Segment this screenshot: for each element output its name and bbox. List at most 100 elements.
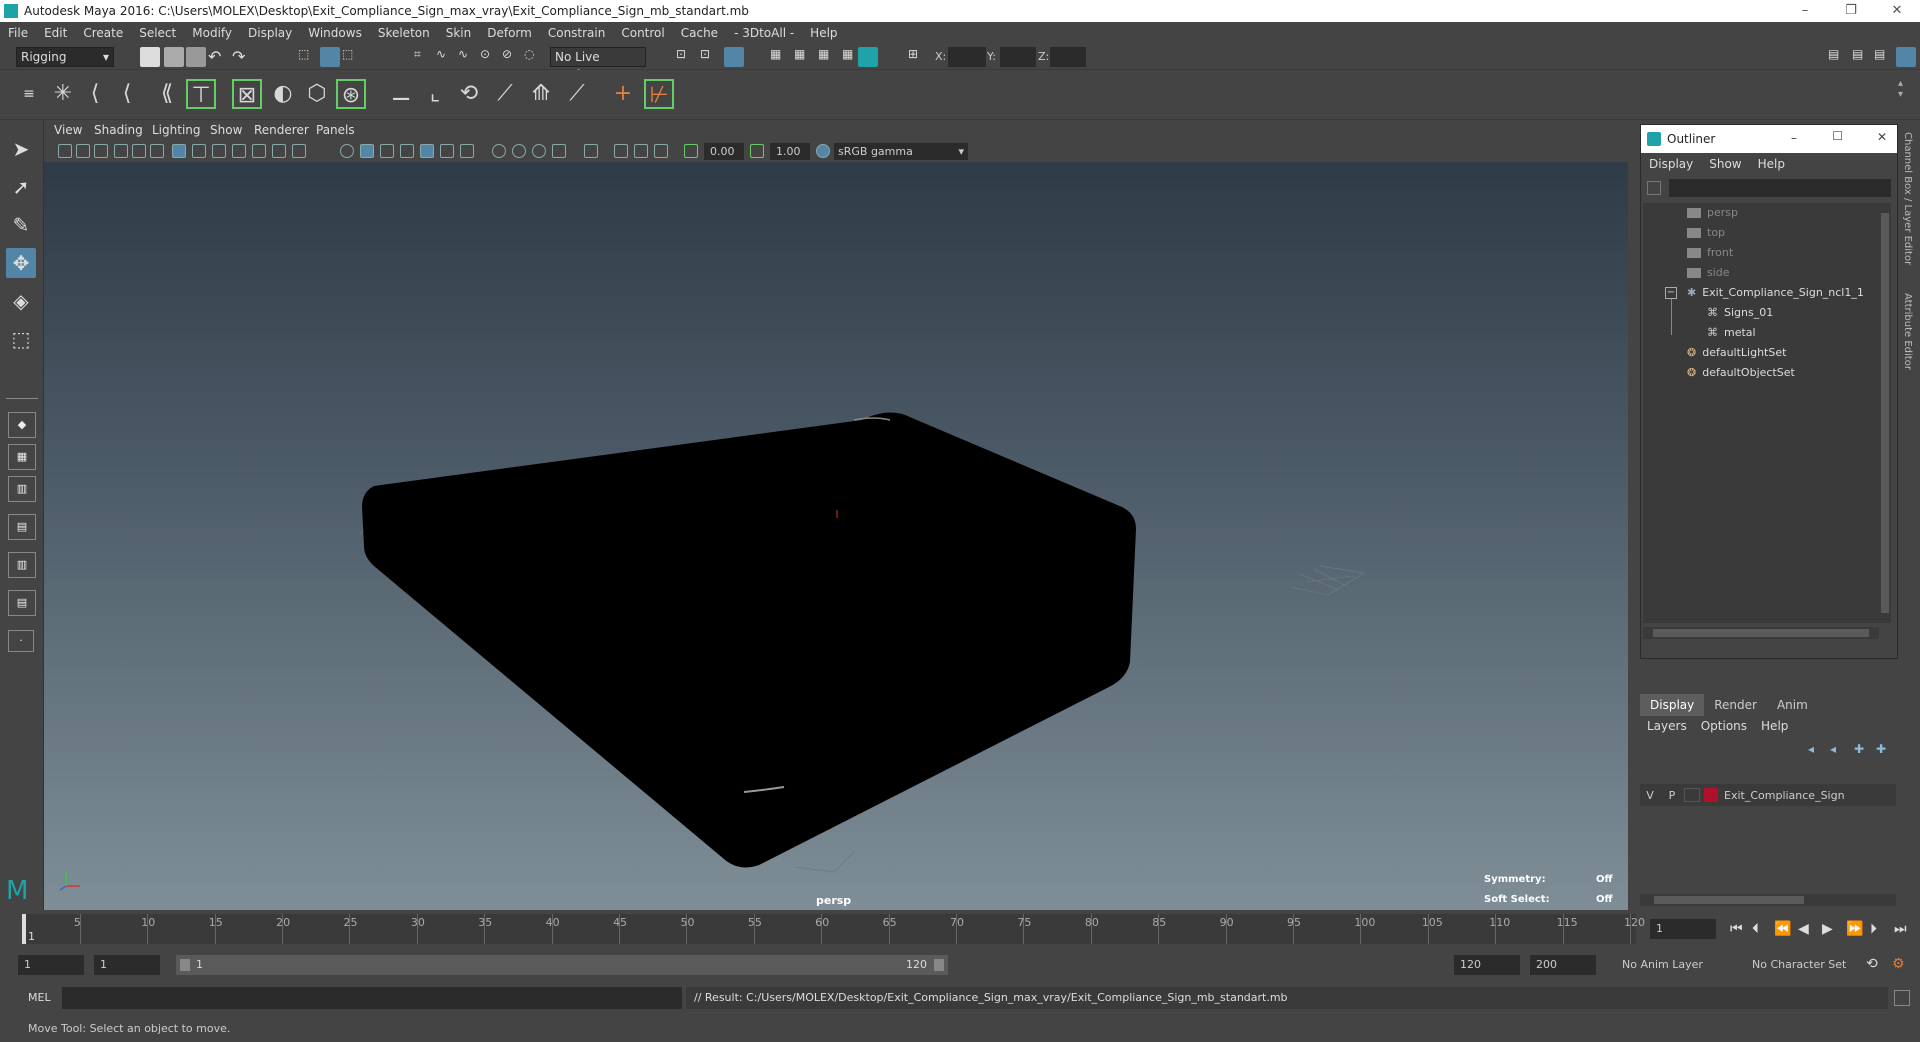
snap-view-icon[interactable]: ⊙ bbox=[480, 47, 500, 67]
screen-space-ao-icon[interactable] bbox=[492, 144, 506, 158]
snap-surface-icon[interactable]: ⊘ bbox=[502, 47, 522, 67]
outliner-item-persp[interactable]: persp bbox=[1687, 203, 1738, 223]
select-camera-icon[interactable] bbox=[58, 144, 72, 158]
outliner-vertical-scrollbar[interactable] bbox=[1879, 203, 1891, 623]
redo-icon[interactable]: ↷ bbox=[232, 47, 252, 67]
channel-box-tab[interactable]: Channel Box / Layer Editor bbox=[1902, 128, 1913, 269]
bookmark-icon[interactable] bbox=[94, 144, 108, 158]
persp-graph-layout-icon[interactable]: ▥ bbox=[8, 552, 36, 578]
image-plane-icon[interactable] bbox=[114, 144, 128, 158]
isolate-select-icon[interactable] bbox=[584, 144, 598, 158]
outliner-search-input[interactable] bbox=[1669, 179, 1891, 197]
layer-menu-help[interactable]: Help bbox=[1754, 719, 1795, 733]
menu-edit[interactable]: Edit bbox=[36, 26, 75, 40]
layer-row[interactable]: V P Exit_Compliance_Sign bbox=[1640, 784, 1896, 806]
safe-title-icon[interactable] bbox=[292, 144, 306, 158]
outliner-item-exit-compliance-sign[interactable]: ✱ Exit_Compliance_Sign_ncl1_1 bbox=[1687, 283, 1864, 303]
field-chart-icon[interactable] bbox=[252, 144, 266, 158]
orient-constraint-icon[interactable]: ⟋ bbox=[490, 79, 520, 109]
tab-anim[interactable]: Anim bbox=[1767, 694, 1818, 716]
step-back-icon[interactable]: ⏴ bbox=[1752, 921, 1759, 937]
auto-key-icon[interactable]: ⟲ bbox=[1866, 956, 1878, 972]
outliner-item-metal[interactable]: ⌘ metal bbox=[1707, 323, 1756, 343]
wireframe-icon[interactable] bbox=[340, 144, 354, 158]
bind-skin-icon[interactable]: ⚊ bbox=[386, 79, 416, 109]
step-forward-key-icon[interactable]: ⏩ bbox=[1846, 921, 1863, 937]
depth-of-field-icon[interactable] bbox=[552, 144, 566, 158]
channel-box-toggle-icon[interactable]: ▤ bbox=[1852, 47, 1872, 67]
play-backward-icon[interactable]: ◀ bbox=[1798, 921, 1809, 937]
smooth-shade-icon[interactable] bbox=[360, 144, 374, 158]
attribute-editor-tab[interactable]: Attribute Editor bbox=[1902, 289, 1913, 374]
layer-menu-layers[interactable]: Layers bbox=[1640, 719, 1694, 733]
xray-icon[interactable] bbox=[614, 144, 628, 158]
transform-mode-icon[interactable]: ⊞ bbox=[908, 47, 928, 67]
outliner-maximize-button[interactable]: ☐ bbox=[1832, 129, 1843, 143]
range-start-handle[interactable] bbox=[180, 959, 190, 971]
exposure-field[interactable]: 0.00 bbox=[704, 143, 744, 160]
shelf-scroll-icon[interactable]: ▴ ▾ bbox=[1898, 78, 1903, 100]
playback-end-field[interactable]: 120 bbox=[1454, 955, 1520, 975]
step-forward-icon[interactable]: ⏵ bbox=[1870, 921, 1877, 937]
parent-constraint-icon[interactable]: ⌞ bbox=[420, 79, 450, 109]
viewport-menu-renderer[interactable]: Renderer bbox=[254, 123, 309, 137]
x-field[interactable] bbox=[948, 47, 986, 67]
shelf-menu-icon[interactable]: ≡ bbox=[14, 79, 44, 109]
xray-active-icon[interactable] bbox=[654, 144, 668, 158]
2d-pan-zoom-icon[interactable] bbox=[132, 144, 146, 158]
menu-constrain[interactable]: Constrain bbox=[540, 26, 614, 40]
grid-toggle-icon[interactable] bbox=[172, 144, 186, 158]
live-surface-field[interactable]: No Live Surface bbox=[550, 47, 646, 82]
character-set-dropdown[interactable]: No Character Set bbox=[1752, 955, 1862, 975]
exposure-icon[interactable] bbox=[684, 144, 698, 158]
y-field[interactable] bbox=[1000, 47, 1036, 67]
xray-joints-icon[interactable] bbox=[634, 144, 648, 158]
lattice-icon[interactable]: ◐ bbox=[268, 79, 298, 109]
cluster-icon[interactable]: ⊠ bbox=[232, 79, 262, 109]
gamma-field[interactable]: 1.00 bbox=[770, 143, 810, 160]
persp-outliner-layout-icon[interactable]: ▤ bbox=[8, 514, 36, 540]
new-layer-selected-icon[interactable]: ✚ bbox=[1876, 742, 1886, 756]
outliner-menu-show[interactable]: Show bbox=[1701, 157, 1749, 171]
menu-cache[interactable]: Cache bbox=[673, 26, 726, 40]
layer-playback-toggle[interactable]: P bbox=[1660, 789, 1684, 802]
motion-blur-icon[interactable] bbox=[512, 144, 526, 158]
menu-windows[interactable]: Windows bbox=[300, 26, 370, 40]
render-settings-icon[interactable]: ▦ bbox=[770, 47, 790, 67]
menu-deform[interactable]: Deform bbox=[479, 26, 540, 40]
menu-control[interactable]: Control bbox=[613, 26, 672, 40]
safe-action-icon[interactable] bbox=[272, 144, 286, 158]
step-back-key-icon[interactable]: ⏪ bbox=[1774, 921, 1791, 937]
collapse-toggle-icon[interactable]: − bbox=[1665, 287, 1677, 299]
lasso-tool-icon[interactable]: ➚ bbox=[6, 172, 36, 202]
select-hierarchy-icon[interactable]: ⬚ bbox=[298, 47, 318, 67]
toggle-panels-icon[interactable]: ▤ bbox=[1828, 47, 1848, 67]
default-material-icon[interactable] bbox=[380, 144, 394, 158]
wrap-icon[interactable]: ⬡ bbox=[302, 79, 332, 109]
viewport-menu-shading[interactable]: Shading bbox=[94, 123, 143, 137]
paint-select-tool-icon[interactable]: ✎ bbox=[6, 210, 36, 240]
anti-aliasing-icon[interactable] bbox=[532, 144, 546, 158]
save-scene-icon[interactable] bbox=[186, 47, 206, 67]
snap-magnet-icon[interactable]: ◌ bbox=[524, 47, 544, 67]
blend-shape-icon[interactable]: ⊛ bbox=[336, 79, 366, 109]
two-pane-layout-icon[interactable]: ▥ bbox=[8, 476, 36, 502]
outliner-horizontal-scrollbar[interactable] bbox=[1643, 627, 1879, 639]
resolution-gate-icon[interactable] bbox=[212, 144, 226, 158]
mode-selector[interactable]: Rigging ▾ bbox=[16, 47, 114, 67]
render-view-icon[interactable]: ▦ bbox=[818, 47, 838, 67]
layer-horizontal-scrollbar[interactable] bbox=[1640, 894, 1896, 906]
persp-viewport[interactable]: persp Symmetry: Off Soft Select: Off bbox=[44, 162, 1628, 914]
new-scene-icon[interactable] bbox=[140, 47, 160, 67]
current-time-marker[interactable] bbox=[22, 914, 26, 944]
color-management-icon[interactable] bbox=[816, 144, 830, 158]
scene-start-field[interactable]: 1 bbox=[18, 955, 84, 975]
layer-menu-options[interactable]: Options bbox=[1694, 719, 1754, 733]
menu-3dtoall[interactable]: - 3DtoAll - bbox=[726, 26, 802, 40]
command-input[interactable] bbox=[62, 987, 682, 1009]
playback-start-field[interactable]: 1 bbox=[94, 955, 160, 975]
outliner-item-side[interactable]: side bbox=[1687, 263, 1730, 283]
move-tool-icon[interactable]: ✥ bbox=[6, 248, 36, 278]
attribute-editor-toggle-icon[interactable]: ▤ bbox=[1874, 47, 1894, 67]
command-language-label[interactable]: MEL bbox=[28, 991, 51, 1004]
